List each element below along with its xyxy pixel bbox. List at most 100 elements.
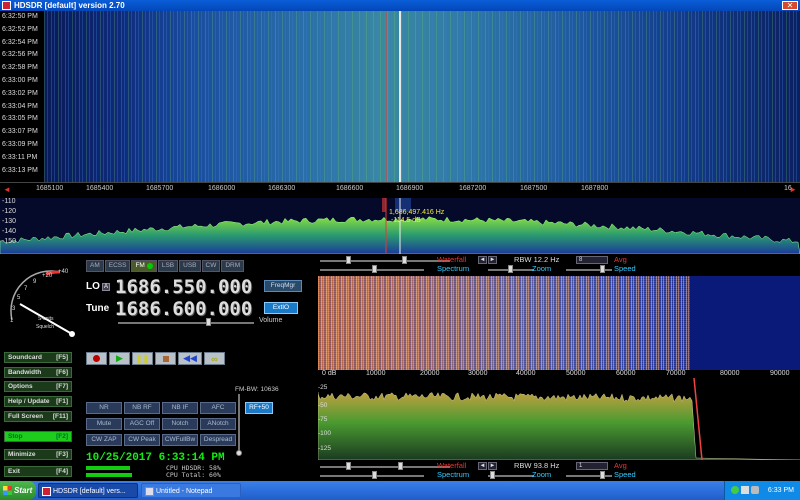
dsp-nb-if-button[interactable]: NB IF xyxy=(162,402,198,414)
mode-cw-button[interactable]: CW xyxy=(201,260,221,272)
af-zoom-knob[interactable] xyxy=(490,471,495,479)
af-spectrum[interactable]: -25 -50 -75 -100 -125 xyxy=(318,378,800,460)
af-frequency-tick: 40000 xyxy=(516,370,536,377)
rf-waterfall-canvas[interactable] xyxy=(44,11,800,182)
lo-frequency[interactable]: 1686.550.000 xyxy=(115,276,252,298)
rf-rbw-select[interactable]: 8 xyxy=(576,256,608,264)
mode-lsb-button[interactable]: LSB xyxy=(157,260,179,272)
af-waterfall-label: Waterfall xyxy=(437,461,467,470)
rf-avg-label: Avg xyxy=(614,255,627,264)
af-spectrum-plot xyxy=(318,378,800,460)
rf-rbw-label: RBW 12.2 Hz xyxy=(514,255,560,264)
mode-usb-button[interactable]: USB xyxy=(179,260,201,272)
minimize-button[interactable]: Minimize [F3] xyxy=(4,449,72,460)
lo-label: LO xyxy=(86,281,100,292)
rf-waterfall-knob-2[interactable] xyxy=(402,256,407,264)
dsp-cwfullbw-button[interactable]: CWFullBw xyxy=(162,434,198,446)
rf-waterfall-label: Waterfall xyxy=(437,255,467,264)
rf-prev-button[interactable]: ◄ xyxy=(478,256,487,264)
side-button-key: [F5] xyxy=(56,354,68,361)
play-icon: ▶ xyxy=(116,353,123,363)
rf-spectrum-label: Spectrum xyxy=(437,264,470,273)
rf-next-button[interactable]: ► xyxy=(488,256,497,264)
dsp-nr-button[interactable]: NR xyxy=(86,402,122,414)
af-frequency-tick: 30000 xyxy=(468,370,488,377)
af-waterfall[interactable] xyxy=(318,276,800,370)
af-frequency-tick: 20000 xyxy=(420,370,440,377)
tray-volume-icon[interactable] xyxy=(751,486,759,494)
frequency-tick: 1687800 xyxy=(581,185,609,192)
help-update-button[interactable]: Help / Update [F1] xyxy=(4,396,72,407)
dsp-agc-off-button[interactable]: AGC Off xyxy=(124,418,160,430)
dsp-notch-button[interactable]: Notch xyxy=(162,418,198,430)
dsp-cw-peak-button[interactable]: CW Peak xyxy=(124,434,160,446)
taskbar-item-hdsdr[interactable]: HDSDR [default] vers... xyxy=(38,483,138,498)
bandwidth-button[interactable]: Bandwidth [F6] xyxy=(4,367,72,378)
rf-frequency-axis[interactable]: ◄ ► 1685100 1685400 1685700 1686000 1686300 1… xyxy=(0,182,800,198)
stop-playback-button[interactable] xyxy=(155,352,176,365)
record-button[interactable] xyxy=(86,352,107,365)
pause-button[interactable]: ❚❚ xyxy=(132,352,153,365)
rf-spectrum[interactable]: -110 -120 -130 -140 -150 1,686,497.416 H… xyxy=(0,198,800,254)
dsp-afc-button[interactable]: AFC xyxy=(200,402,236,414)
full-screen-button[interactable]: Full Screen [F11] xyxy=(4,411,72,422)
waterfall-time-scale: 6:32:50 PM 6:32:52 PM 6:32:54 PM 6:32:56 PM… xyxy=(0,11,44,182)
mode-drm-button[interactable]: DRM xyxy=(221,260,245,272)
freqmgr-button[interactable]: FreqMgr xyxy=(264,280,302,292)
pause-icon: ❚❚ xyxy=(135,354,150,363)
tune-marker-line[interactable] xyxy=(399,11,401,182)
rf-waterfall-knob-1[interactable] xyxy=(346,256,351,264)
af-waterfall-knob-1[interactable] xyxy=(346,462,351,470)
frequency-tick: 16 xyxy=(784,185,792,192)
af-speed-label: Speed xyxy=(614,470,636,479)
dsp-nb-rf-button[interactable]: NB RF xyxy=(124,402,160,414)
loop-button[interactable]: ∞ xyxy=(204,352,225,365)
lo-lock-toggle[interactable]: A xyxy=(102,283,110,291)
dsp-anotch-button[interactable]: ANotch xyxy=(200,418,236,430)
mode-ecss-button[interactable]: ECSS xyxy=(104,260,131,272)
taskbar-item-notepad[interactable]: Untitled - Notepad xyxy=(141,483,241,498)
fm-bw-slider-knob[interactable] xyxy=(236,450,242,456)
scroll-left-icon[interactable]: ◄ xyxy=(3,185,11,194)
rf-spectrum-knob[interactable] xyxy=(372,265,377,273)
soundcard-button[interactable]: Soundcard [F5] xyxy=(4,352,72,363)
start-button[interactable]: Start xyxy=(0,481,36,500)
af-speed-slider[interactable] xyxy=(566,475,612,477)
dsp-despread-button[interactable]: Despread xyxy=(200,434,236,446)
stop-button[interactable]: Stop [F2] xyxy=(4,431,72,442)
af-speed-knob[interactable] xyxy=(600,471,605,479)
smeter-label: S-units xyxy=(38,316,54,322)
volume-slider-knob[interactable] xyxy=(206,318,211,326)
af-waterfall-knob-2[interactable] xyxy=(398,462,403,470)
options-button[interactable]: Options [F7] xyxy=(4,381,72,392)
smeter-scale-3: 3 xyxy=(12,306,16,312)
rf-speed-slider[interactable] xyxy=(566,269,612,271)
tune-frequency[interactable]: 1686.600.000 xyxy=(115,298,252,320)
rf-gain-button[interactable]: RF+50 xyxy=(245,402,273,414)
af-rbw-select[interactable]: 1 xyxy=(576,462,608,470)
tray-network-icon[interactable] xyxy=(731,486,739,494)
close-button[interactable]: ✕ xyxy=(782,1,798,10)
rf-zoom-knob[interactable] xyxy=(508,265,513,273)
waterfall-timestamp: 6:33:13 PM xyxy=(2,166,38,174)
af-db-label: -75 xyxy=(318,416,328,423)
tray-usb-icon[interactable] xyxy=(741,486,749,494)
play-button[interactable]: ▶ xyxy=(109,352,130,365)
exit-button[interactable]: Exit [F4] xyxy=(4,466,72,477)
af-spectrum-knob[interactable] xyxy=(372,471,377,479)
dsp-cw-zap-button[interactable]: CW ZAP xyxy=(86,434,122,446)
af-prev-button[interactable]: ◄ xyxy=(478,462,487,470)
fm-bw-slider[interactable] xyxy=(238,394,240,454)
db-label: -140 xyxy=(2,228,17,235)
af-next-button[interactable]: ► xyxy=(488,462,497,470)
rf-speed-knob[interactable] xyxy=(600,265,605,273)
mode-label: AM xyxy=(90,262,100,269)
rewind-button[interactable]: ◀◀ xyxy=(178,352,202,365)
af-frequency-axis[interactable]: 0 dB 10000 20000 30000 40000 50000 60000 70000 8… xyxy=(318,370,800,378)
dsp-mute-button[interactable]: Mute xyxy=(86,418,122,430)
mode-fm-button[interactable]: FM xyxy=(131,260,157,272)
mode-am-button[interactable]: AM xyxy=(86,260,104,272)
af-waterfall-canvas[interactable] xyxy=(318,276,690,370)
volume-slider[interactable] xyxy=(118,322,254,324)
extio-button[interactable]: ExtIO xyxy=(264,302,298,314)
